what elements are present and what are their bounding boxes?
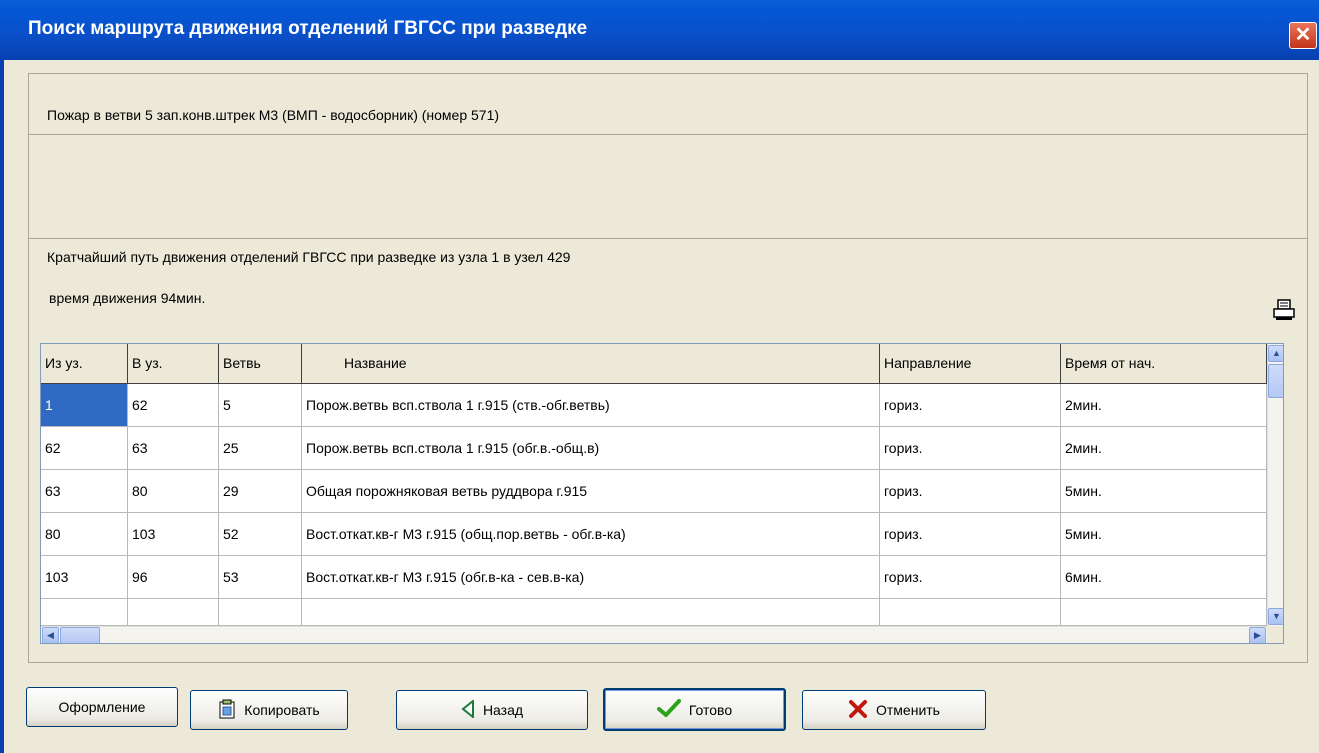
scroll-right-button[interactable]: ▶ xyxy=(1249,627,1266,643)
cancel-button[interactable]: Отменить xyxy=(802,690,986,730)
close-button[interactable]: ✕ xyxy=(1289,22,1317,49)
copy-button[interactable]: Копировать xyxy=(190,690,348,730)
cell-direction[interactable]: гориз. xyxy=(880,427,1061,470)
cell-time[interactable]: 2мин. xyxy=(1061,384,1267,427)
horizontal-scroll-thumb[interactable] xyxy=(60,627,100,643)
checkmark-icon xyxy=(656,698,681,721)
cell-to[interactable]: 62 xyxy=(128,384,219,427)
cell-from[interactable]: 62 xyxy=(41,427,128,470)
cell-from[interactable]: 63 xyxy=(41,470,128,513)
cell-from[interactable]: 80 xyxy=(41,513,128,556)
print-button[interactable] xyxy=(1271,298,1297,322)
cell-direction[interactable]: гориз. xyxy=(880,513,1061,556)
design-button[interactable]: Оформление xyxy=(26,687,178,727)
shortest-path-text: Кратчайший путь движения отделений ГВГСС… xyxy=(47,249,571,265)
cell-empty xyxy=(880,599,1061,626)
fire-location-text: Пожар в ветви 5 зап.конв.штрек М3 (ВМП -… xyxy=(47,107,500,123)
done-button[interactable]: Готово xyxy=(603,688,786,731)
copy-button-label: Копировать xyxy=(244,702,320,718)
cell-from[interactable]: 1 xyxy=(41,384,128,427)
cell-direction[interactable]: гориз. xyxy=(880,556,1061,599)
chevron-up-icon: ▲ xyxy=(1272,348,1281,358)
cell-empty xyxy=(302,599,880,626)
cell-name[interactable]: Порож.ветвь всп.ствола 1 г.915 (обг.в.-о… xyxy=(302,427,880,470)
close-icon: ✕ xyxy=(1294,24,1312,46)
column-header-name[interactable]: Название xyxy=(302,344,880,384)
cell-time[interactable]: 5мин. xyxy=(1061,470,1267,513)
horizontal-scrollbar[interactable]: ◀ ▶ xyxy=(41,626,1267,643)
cell-empty xyxy=(219,599,302,626)
column-header-to[interactable]: В уз. xyxy=(128,344,219,384)
cancel-button-label: Отменить xyxy=(876,702,940,718)
column-header-direction[interactable]: Направление xyxy=(880,344,1061,384)
cell-direction[interactable]: гориз. xyxy=(880,384,1061,427)
cell-empty xyxy=(1061,599,1267,626)
cell-empty xyxy=(128,599,219,626)
chevron-right-icon: ▶ xyxy=(1254,630,1261,640)
back-button-label: Назад xyxy=(482,702,524,718)
cell-branch[interactable]: 25 xyxy=(219,427,302,470)
vertical-scrollbar[interactable]: ▲ ▼ xyxy=(1267,344,1283,626)
cell-empty xyxy=(41,599,128,626)
cell-direction[interactable]: гориз. xyxy=(880,470,1061,513)
cell-time[interactable]: 5мин. xyxy=(1061,513,1267,556)
column-header-branch[interactable]: Ветвь xyxy=(219,344,302,384)
triangle-left-icon xyxy=(461,698,475,721)
cell-name[interactable]: Вост.откат.кв-г М3 г.915 (общ.пор.ветвь … xyxy=(302,513,880,556)
cell-name[interactable]: Общая порожняковая ветвь руддвора г.915 xyxy=(302,470,880,513)
cell-from[interactable]: 103 xyxy=(41,556,128,599)
cell-name[interactable]: Порож.ветвь всп.ствола 1 г.915 (ств.-обг… xyxy=(302,384,880,427)
divider xyxy=(28,134,1308,135)
cell-time[interactable]: 6мин. xyxy=(1061,556,1267,599)
cell-branch[interactable]: 5 xyxy=(219,384,302,427)
route-table[interactable]: Из уз. В уз. Ветвь Название Направление … xyxy=(40,343,1284,644)
cell-branch[interactable]: 29 xyxy=(219,470,302,513)
cell-to[interactable]: 63 xyxy=(128,427,219,470)
window-title: Поиск маршрута движения отделений ГВГСС … xyxy=(28,18,588,39)
cell-to[interactable]: 80 xyxy=(128,470,219,513)
divider xyxy=(28,238,1308,239)
clipboard-icon xyxy=(218,699,236,722)
travel-time-text: время движения 94мин. xyxy=(49,290,206,306)
back-button[interactable]: Назад xyxy=(396,690,588,730)
cell-time[interactable]: 2мин. xyxy=(1061,427,1267,470)
cell-branch[interactable]: 53 xyxy=(219,556,302,599)
title-bar: Поиск маршрута движения отделений ГВГСС … xyxy=(0,0,1319,60)
chevron-down-icon: ▼ xyxy=(1272,611,1281,621)
printer-icon xyxy=(1273,299,1295,320)
design-button-label: Оформление xyxy=(58,699,146,715)
x-icon xyxy=(848,699,868,722)
cell-name[interactable]: Вост.откат.кв-г М3 г.915 (обг.в-ка - сев… xyxy=(302,556,880,599)
scroll-left-button[interactable]: ◀ xyxy=(42,627,59,643)
cell-to[interactable]: 96 xyxy=(128,556,219,599)
column-header-time[interactable]: Время от нач. xyxy=(1061,344,1267,384)
cell-branch[interactable]: 52 xyxy=(219,513,302,556)
scroll-down-button[interactable]: ▼ xyxy=(1268,608,1283,625)
cell-to[interactable]: 103 xyxy=(128,513,219,556)
vertical-scroll-thumb[interactable] xyxy=(1268,364,1283,398)
scroll-corner xyxy=(1267,626,1283,643)
column-header-from[interactable]: Из уз. xyxy=(41,344,128,384)
chevron-left-icon: ◀ xyxy=(47,630,54,640)
scroll-up-button[interactable]: ▲ xyxy=(1268,345,1283,362)
done-button-label: Готово xyxy=(688,701,733,718)
